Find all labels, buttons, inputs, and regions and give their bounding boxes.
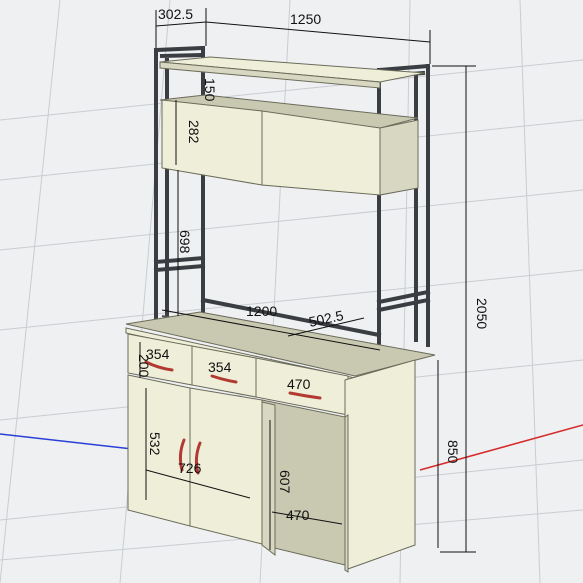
dim-total-height: 2050 <box>474 298 490 329</box>
dim-drawer-2: 354 <box>208 359 232 375</box>
dim-drawer-3: 470 <box>287 376 311 392</box>
y-axis-line <box>419 424 583 471</box>
cad-viewport[interactable]: 302.5 1250 2050 150 282 698 1200 502.5 3… <box>0 0 583 583</box>
dim-top-depth: 302.5 <box>158 6 193 22</box>
dim-cabinet-height: 282 <box>186 120 202 144</box>
dim-top-width: 1250 <box>290 11 321 27</box>
dim-knee-width: 470 <box>286 507 310 523</box>
furniture-drawing: 302.5 1250 2050 150 282 698 1200 502.5 3… <box>0 0 583 583</box>
dim-door-height: 532 <box>147 432 163 456</box>
side-panel <box>344 359 416 571</box>
dim-desk-width: 1200 <box>246 303 277 319</box>
dim-desk-height: 850 <box>445 440 461 464</box>
dim-knee-height: 607 <box>277 470 293 494</box>
dim-drawer-height: 200 <box>136 354 152 378</box>
dim-door-width: 726 <box>178 460 202 476</box>
dim-frame-open-height: 698 <box>177 230 193 254</box>
dim-shelf-gap: 150 <box>202 78 218 102</box>
